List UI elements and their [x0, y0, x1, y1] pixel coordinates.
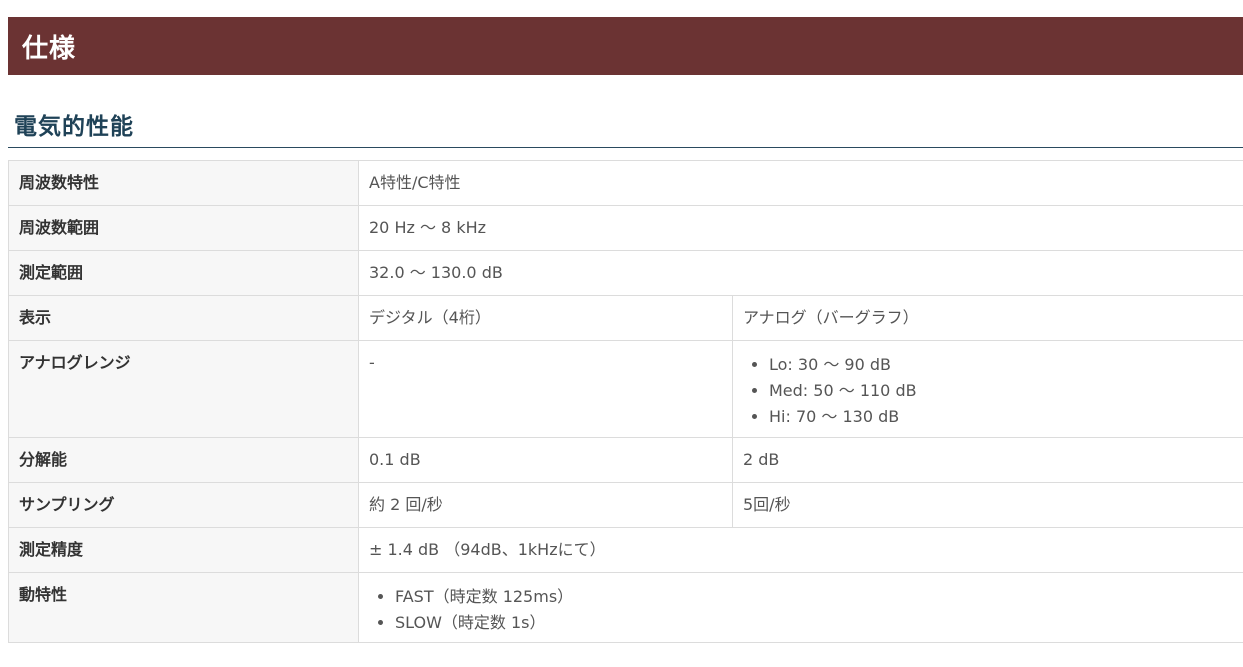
list-item: Med: 50 〜 110 dB	[769, 378, 1233, 404]
list-item: Lo: 30 〜 90 dB	[769, 352, 1233, 378]
list-item: Hi: 70 〜 130 dB	[769, 404, 1233, 430]
row-value-analog: アナログ（バーグラフ）	[731, 295, 1243, 341]
row-value-digital: -	[358, 340, 733, 438]
row-value: FAST（時定数 125ms） SLOW（時定数 1s）	[357, 572, 1243, 643]
row-label: 分解能	[8, 437, 359, 483]
spec-row-measurement-range: 測定範囲 32.0 〜 130.0 dB	[8, 250, 1243, 296]
row-label: 周波数範囲	[8, 205, 359, 251]
row-label: アナログレンジ	[8, 340, 359, 438]
spec-row-frequency-weighting: 周波数特性 A特性/C特性	[8, 160, 1243, 206]
row-value-analog: Lo: 30 〜 90 dB Med: 50 〜 110 dB Hi: 70 〜…	[731, 340, 1243, 438]
spec-row-dynamic-characteristics: 動特性 FAST（時定数 125ms） SLOW（時定数 1s）	[8, 572, 1243, 643]
section-title: 電気的性能	[14, 114, 134, 140]
row-value: ± 1.4 dB （94dB、1kHzにて）	[357, 527, 1243, 573]
row-label: 測定範囲	[8, 250, 359, 296]
row-value-analog: 5回/秒	[731, 482, 1243, 528]
page-header: 仕様	[8, 17, 1243, 75]
row-value-digital: 0.1 dB	[358, 437, 733, 483]
dynamic-characteristics-list: FAST（時定数 125ms） SLOW（時定数 1s）	[369, 584, 1233, 636]
row-label: 表示	[8, 295, 359, 341]
spec-row-accuracy: 測定精度 ± 1.4 dB （94dB、1kHzにて）	[8, 527, 1243, 573]
row-label: 測定精度	[8, 527, 359, 573]
row-value-digital: デジタル（4桁）	[358, 295, 733, 341]
row-label: 周波数特性	[8, 160, 359, 206]
row-value-digital: 約 2 回/秒	[358, 482, 733, 528]
row-label: サンプリング	[8, 482, 359, 528]
section-header: 電気的性能	[8, 110, 1243, 148]
page-title: 仕様	[22, 33, 77, 64]
spec-row-display: 表示 デジタル（4桁） アナログ（バーグラフ）	[8, 295, 1243, 341]
spec-row-sampling: サンプリング 約 2 回/秒 5回/秒	[8, 482, 1243, 528]
analog-range-list: Lo: 30 〜 90 dB Med: 50 〜 110 dB Hi: 70 〜…	[743, 352, 1233, 430]
spec-table: 周波数特性 A特性/C特性 周波数範囲 20 Hz 〜 8 kHz 測定範囲 3…	[8, 160, 1243, 643]
spec-row-frequency-range: 周波数範囲 20 Hz 〜 8 kHz	[8, 205, 1243, 251]
list-item: SLOW（時定数 1s）	[395, 610, 1233, 636]
spec-row-analog-range: アナログレンジ - Lo: 30 〜 90 dB Med: 50 〜 110 d…	[8, 340, 1243, 438]
row-label: 動特性	[8, 572, 359, 643]
row-value: 32.0 〜 130.0 dB	[357, 250, 1243, 296]
row-value-analog: 2 dB	[731, 437, 1243, 483]
row-value: A特性/C特性	[357, 160, 1243, 206]
row-value: 20 Hz 〜 8 kHz	[357, 205, 1243, 251]
list-item: FAST（時定数 125ms）	[395, 584, 1233, 610]
spec-row-resolution: 分解能 0.1 dB 2 dB	[8, 437, 1243, 483]
